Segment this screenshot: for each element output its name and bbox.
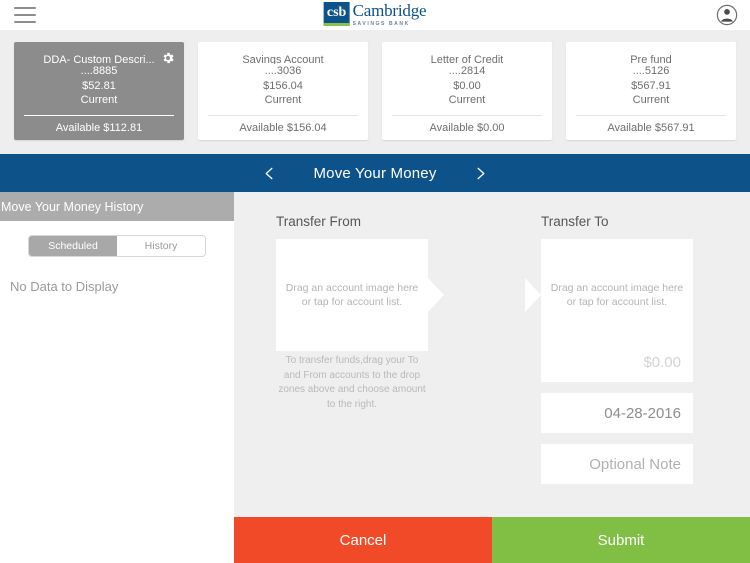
account-name: Savings Account [242,54,324,64]
account-card[interactable]: Letter of Credit ....2814 $0.00 Current … [382,42,552,140]
chevron-right-arrow-icon [525,278,541,312]
transfer-to-label: Transfer To [541,214,609,229]
account-available: Available $0.00 [429,122,505,134]
transfer-help-text: To transfer funds,drag your To and From … [278,355,426,410]
sidebar-header: Move Your Money History [0,192,234,221]
dropzone-hint: Drag an account image here or tap for ac… [285,281,419,308]
tab-history[interactable]: History [117,236,205,256]
transfer-to-dropzone[interactable]: Drag an account image here or tap for ac… [525,239,693,351]
account-available: Available $567.91 [607,122,695,134]
account-name: Letter of Credit [430,54,504,64]
account-balance-type: Current [264,94,302,107]
chevron-right-icon[interactable] [473,165,489,181]
account-name: DDA- Custom Descri... [43,54,155,64]
transfer-from-label: Transfer From [276,214,362,229]
account-balance: $0.00 [453,79,481,92]
account-number: ....3036 [264,64,302,77]
account-card[interactable]: DDA- Custom Descri... ....8885 $52.81 Cu… [14,42,184,140]
date-input[interactable]: 04-28-2016 [541,393,693,433]
account-available: Available $156.04 [239,122,327,134]
transfer-to-column: Transfer To Drag an account image here o… [525,214,701,351]
chevron-right-arrow-icon [428,278,444,312]
account-balance: $52.81 [82,79,116,92]
note-input[interactable]: Optional Note [541,444,693,484]
page-title: Move Your Money [313,164,437,182]
account-cards-strip: DDA- Custom Descri... ....8885 $52.81 Cu… [0,30,750,154]
footer-left-spacer [0,517,234,563]
account-number: ....2814 [448,64,486,77]
history-sidebar: Move Your Money History Scheduled Histor… [0,192,234,517]
account-number: ....8885 [80,64,118,77]
hamburger-menu-icon[interactable] [14,6,36,23]
account-balance-type: Current [632,94,670,107]
brand-text: Cambridge SAVINGS BANK [353,2,427,27]
cancel-button[interactable]: Cancel [234,517,492,563]
account-card[interactable]: Pre fund ....5126 $567.91 Current Availa… [566,42,736,140]
account-card[interactable]: Savings Account ....3036 $156.04 Current… [198,42,368,140]
brand-subtitle: SAVINGS BANK [352,20,410,27]
transfer-from-dropzone[interactable]: Drag an account image here or tap for ac… [276,239,444,351]
body-content: Move Your Money History Scheduled Histor… [0,192,750,517]
account-name: Pre fund [630,54,672,64]
history-segmented-control: Scheduled History [28,235,206,257]
brand-name: Cambridge [352,1,427,21]
action-footer: Cancel Submit [234,517,750,563]
page-nav-bar: Move Your Money [0,154,750,192]
dropzone-hint: Drag an account image here or tap for ac… [550,281,684,308]
top-bar: csb Cambridge SAVINGS BANK [0,0,750,30]
transfer-panel: Transfer From Drag an account image here… [234,192,750,517]
account-balance: $567.91 [631,79,671,92]
account-balance-type: Current [448,94,486,107]
gear-icon[interactable] [161,51,175,65]
user-account-icon[interactable] [716,4,738,26]
hamburger-line [14,20,36,23]
transfer-fields: $0.00 04-28-2016 Optional Note [541,342,693,495]
hamburger-line [14,13,36,16]
account-number: ....5126 [632,64,670,77]
amount-input[interactable]: $0.00 [541,342,693,382]
account-available: Available $112.81 [55,122,143,134]
account-balance-type: Current [80,94,118,107]
account-balance: $156.04 [263,79,303,92]
empty-state-message: No Data to Display [10,279,119,294]
tab-scheduled[interactable]: Scheduled [29,236,117,256]
brand-mark-icon: csb [323,2,350,27]
submit-button[interactable]: Submit [492,517,750,563]
brand-logo: csb Cambridge SAVINGS BANK [323,2,427,27]
chevron-left-icon[interactable] [261,165,277,181]
hamburger-line [14,6,36,9]
transfer-from-column: Transfer From Drag an account image here… [276,214,444,351]
